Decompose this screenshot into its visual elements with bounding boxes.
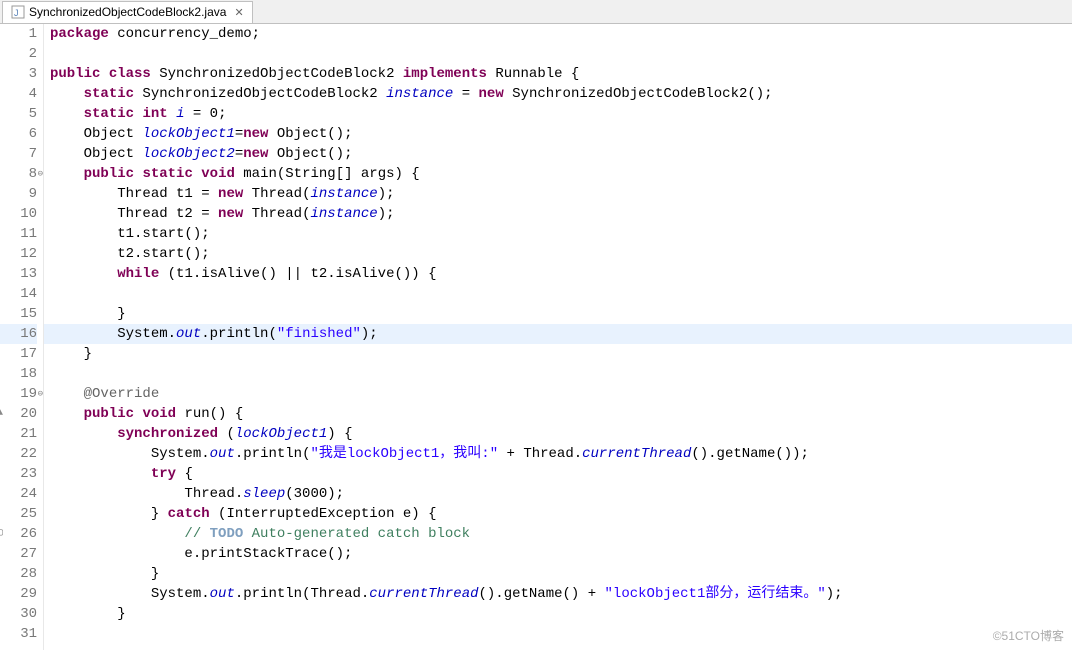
line-number: 21 — [0, 424, 37, 444]
line-number-gutter: 1 2 3 4 5 6 7 8⊖ 9 10 11 12 13 14 15 16 … — [0, 24, 44, 650]
code-line: while (t1.isAlive() || t2.isAlive()) { — [50, 264, 1072, 284]
fold-icon[interactable]: ⊖ — [38, 164, 43, 184]
line-number: 18 — [0, 364, 37, 384]
line-number: 28 — [0, 564, 37, 584]
code-line: e.printStackTrace(); — [50, 544, 1072, 564]
code-line: Object lockObject2=new Object(); — [50, 144, 1072, 164]
code-line: Object lockObject1=new Object(); — [50, 124, 1072, 144]
code-line: package concurrency_demo; — [50, 24, 1072, 44]
code-line — [50, 364, 1072, 384]
java-file-icon: J — [11, 5, 25, 19]
code-line: // TODO Auto-generated catch block — [50, 524, 1072, 544]
line-number: 7 — [0, 144, 37, 164]
watermark-text: ©51CTO博客 — [993, 627, 1064, 644]
line-number: 6 — [0, 124, 37, 144]
code-line: @Override — [50, 384, 1072, 404]
code-line — [50, 284, 1072, 304]
code-line: static SynchronizedObjectCodeBlock2 inst… — [50, 84, 1072, 104]
task-marker-icon[interactable]: ▢ — [0, 524, 4, 544]
line-number: 5 — [0, 104, 37, 124]
code-line: } — [50, 564, 1072, 584]
editor-area: 1 2 3 4 5 6 7 8⊖ 9 10 11 12 13 14 15 16 … — [0, 24, 1072, 650]
code-line: Thread.sleep(3000); — [50, 484, 1072, 504]
line-number: 3 — [0, 64, 37, 84]
line-number: 13 — [0, 264, 37, 284]
code-line: public class SynchronizedObjectCodeBlock… — [50, 64, 1072, 84]
line-number: 24 — [0, 484, 37, 504]
line-number: 29 — [0, 584, 37, 604]
editor-tab[interactable]: J SynchronizedObjectCodeBlock2.java ✕ — [2, 1, 253, 23]
code-text-area[interactable]: package concurrency_demo; public class S… — [44, 24, 1072, 650]
line-number: 2 — [0, 44, 37, 64]
code-line: static int i = 0; — [50, 104, 1072, 124]
code-line: public void run() { — [50, 404, 1072, 424]
code-line — [50, 44, 1072, 64]
line-number: 10 — [0, 204, 37, 224]
line-number: 16 — [0, 324, 37, 344]
code-line: try { — [50, 464, 1072, 484]
line-number: 22 — [0, 444, 37, 464]
line-number: 8⊖ — [0, 164, 37, 184]
code-line: System.out.println(Thread.currentThread(… — [50, 584, 1072, 604]
tab-bar: J SynchronizedObjectCodeBlock2.java ✕ — [0, 0, 1072, 24]
line-number: 1 — [0, 24, 37, 44]
line-number: 17 — [0, 344, 37, 364]
line-number: ▲20 — [0, 404, 37, 424]
code-line: public static void main(String[] args) { — [50, 164, 1072, 184]
line-number: 11 — [0, 224, 37, 244]
override-marker-icon[interactable]: ▲ — [0, 404, 4, 424]
code-line: Thread t1 = new Thread(instance); — [50, 184, 1072, 204]
code-line: } — [50, 304, 1072, 324]
line-number: 15 — [0, 304, 37, 324]
line-number: 27 — [0, 544, 37, 564]
line-number: 23 — [0, 464, 37, 484]
code-line — [50, 624, 1072, 644]
code-line: } catch (InterruptedException e) { — [50, 504, 1072, 524]
svg-text:J: J — [14, 8, 19, 18]
code-line: t1.start(); — [50, 224, 1072, 244]
line-number: 25 — [0, 504, 37, 524]
code-line-highlighted: System.out.println("finished"); — [44, 324, 1072, 344]
close-icon[interactable]: ✕ — [234, 6, 243, 19]
code-line: } — [50, 344, 1072, 364]
line-number: 19⊖ — [0, 384, 37, 404]
tab-filename: SynchronizedObjectCodeBlock2.java — [29, 5, 226, 19]
code-line: Thread t2 = new Thread(instance); — [50, 204, 1072, 224]
fold-icon[interactable]: ⊖ — [38, 384, 43, 404]
line-number: ▢26 — [0, 524, 37, 544]
code-line: synchronized (lockObject1) { — [50, 424, 1072, 444]
line-number: 31 — [0, 624, 37, 644]
line-number: 9 — [0, 184, 37, 204]
line-number: 30 — [0, 604, 37, 624]
code-line: t2.start(); — [50, 244, 1072, 264]
line-number: 4 — [0, 84, 37, 104]
code-line: } — [50, 604, 1072, 624]
line-number: 14 — [0, 284, 37, 304]
line-number: 12 — [0, 244, 37, 264]
code-line: System.out.println("我是lockObject1，我叫:" +… — [50, 444, 1072, 464]
